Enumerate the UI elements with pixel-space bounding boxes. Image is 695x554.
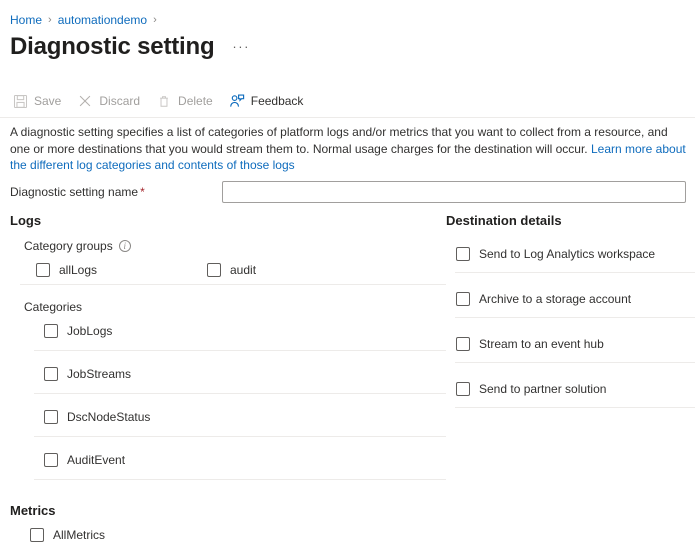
checkbox-label-audit: audit xyxy=(230,262,256,278)
feedback-label: Feedback xyxy=(251,94,304,108)
divider xyxy=(455,407,695,408)
save-label: Save xyxy=(34,94,61,108)
divider xyxy=(34,479,446,480)
checkbox-JobLogs[interactable] xyxy=(44,324,58,338)
name-label-text: Diagnostic setting name xyxy=(10,185,138,199)
info-icon[interactable]: i xyxy=(119,240,131,252)
divider xyxy=(20,284,446,285)
breadcrumb: Home › automationdemo › xyxy=(10,12,163,28)
checkbox-row-event-hub[interactable]: Stream to an event hub xyxy=(456,336,604,352)
divider xyxy=(34,436,446,437)
page-title: Diagnostic setting xyxy=(10,32,214,62)
more-options-icon[interactable]: ··· xyxy=(232,39,250,54)
checkbox-audit[interactable] xyxy=(207,263,221,277)
breadcrumb-item-home[interactable]: Home xyxy=(10,12,42,28)
checkbox-label-JobLogs: JobLogs xyxy=(67,323,112,339)
breadcrumb-separator-icon: › xyxy=(153,12,157,28)
feedback-icon xyxy=(229,93,245,109)
checkbox-label-DscNodeStatus: DscNodeStatus xyxy=(67,409,150,425)
diagnostic-setting-name-row: Diagnostic setting name* xyxy=(10,181,686,203)
checkbox-row-DscNodeStatus[interactable]: DscNodeStatus xyxy=(44,409,150,425)
trash-icon xyxy=(156,93,172,109)
checkbox-label-partner-solution: Send to partner solution xyxy=(479,381,606,397)
category-groups-label: Category groups xyxy=(24,238,113,254)
checkbox-storage-account[interactable] xyxy=(456,292,470,306)
checkbox-label-AuditEvent: AuditEvent xyxy=(67,452,125,468)
save-icon xyxy=(12,93,28,109)
divider xyxy=(34,393,446,394)
checkbox-JobStreams[interactable] xyxy=(44,367,58,381)
checkbox-row-JobStreams[interactable]: JobStreams xyxy=(44,366,131,382)
breadcrumb-item-automationdemo[interactable]: automationdemo xyxy=(58,12,147,28)
checkbox-DscNodeStatus[interactable] xyxy=(44,410,58,424)
checkbox-row-log-analytics-workspace[interactable]: Send to Log Analytics workspace xyxy=(456,246,655,262)
delete-label: Delete xyxy=(178,94,213,108)
required-marker: * xyxy=(140,185,145,199)
checkbox-label-AllMetrics: AllMetrics xyxy=(53,527,105,543)
discard-button[interactable]: Discard xyxy=(77,89,140,113)
checkbox-log-analytics-workspace[interactable] xyxy=(456,247,470,261)
checkbox-label-event-hub: Stream to an event hub xyxy=(479,336,604,352)
checkbox-allLogs[interactable] xyxy=(36,263,50,277)
checkbox-AllMetrics[interactable] xyxy=(30,528,44,542)
checkbox-partner-solution[interactable] xyxy=(456,382,470,396)
save-button[interactable]: Save xyxy=(12,89,61,113)
checkbox-AuditEvent[interactable] xyxy=(44,453,58,467)
checkbox-label-log-analytics-workspace: Send to Log Analytics workspace xyxy=(479,246,655,262)
divider xyxy=(455,362,695,363)
checkbox-row-JobLogs[interactable]: JobLogs xyxy=(44,323,112,339)
checkbox-row-AllMetrics[interactable]: AllMetrics xyxy=(30,527,105,543)
checkbox-row-partner-solution[interactable]: Send to partner solution xyxy=(456,381,606,397)
categories-label: Categories xyxy=(24,299,82,315)
feedback-button[interactable]: Feedback xyxy=(229,89,304,113)
checkbox-label-JobStreams: JobStreams xyxy=(67,366,131,382)
checkbox-label-allLogs: allLogs xyxy=(59,262,97,278)
page-title-row: Diagnostic setting ··· xyxy=(10,32,250,62)
checkbox-event-hub[interactable] xyxy=(456,337,470,351)
toolbar-divider xyxy=(0,117,695,118)
category-groups-label-row: Category groups i xyxy=(24,238,131,254)
divider xyxy=(455,317,695,318)
diagnostic-setting-name-label: Diagnostic setting name* xyxy=(10,185,222,199)
close-icon xyxy=(77,93,93,109)
metrics-section-title: Metrics xyxy=(10,502,56,520)
checkbox-row-storage-account[interactable]: Archive to a storage account xyxy=(456,291,631,307)
checkbox-label-storage-account: Archive to a storage account xyxy=(479,291,631,307)
description-body: A diagnostic setting specifies a list of… xyxy=(10,125,668,156)
description-text: A diagnostic setting specifies a list of… xyxy=(10,124,686,174)
checkbox-row-audit[interactable]: audit xyxy=(207,262,256,278)
command-bar: Save Discard Delete Fee xyxy=(12,89,319,113)
destination-details-title: Destination details xyxy=(446,212,562,230)
logs-section-title: Logs xyxy=(10,212,41,230)
checkbox-row-AuditEvent[interactable]: AuditEvent xyxy=(44,452,125,468)
discard-label: Discard xyxy=(99,94,140,108)
checkbox-row-allLogs[interactable]: allLogs xyxy=(36,262,97,278)
delete-button[interactable]: Delete xyxy=(156,89,213,113)
divider xyxy=(455,272,695,273)
divider xyxy=(34,350,446,351)
breadcrumb-separator-icon: › xyxy=(48,12,52,28)
diagnostic-setting-name-input[interactable] xyxy=(222,181,686,203)
